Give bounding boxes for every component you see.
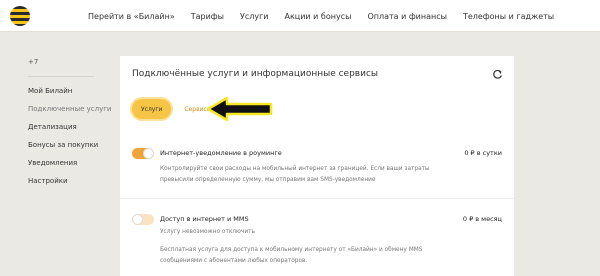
service-price: 0 ₽ в месяц — [462, 215, 502, 223]
nav-item-phones[interactable]: Телефоны и гаджеты — [463, 12, 554, 21]
nav-item-services[interactable]: Услуги — [240, 12, 269, 21]
sidebar-item-notifications[interactable]: Уведомления — [28, 159, 120, 167]
service-status: Услугу невозможно отключить — [160, 229, 255, 235]
page-title: Подключённые услуги и информационные сер… — [132, 69, 379, 79]
nav-item-payments[interactable]: Оплата и финансы — [367, 12, 447, 21]
sidebar-item-details[interactable]: Детализация — [28, 123, 120, 131]
service-title: Интернет-уведомление в роуминге — [160, 149, 282, 157]
service-description: Бесплатная услуга для доступа к мобильно… — [160, 247, 423, 264]
sidebar-divider — [28, 76, 94, 77]
internet-mms-toggle[interactable] — [132, 214, 154, 225]
sidebar-item-connected-services[interactable]: Подключенные услуги — [28, 105, 120, 113]
nav-item-promotions[interactable]: Акции и бонусы — [284, 12, 351, 21]
tab-services[interactable]: Услуги — [132, 99, 172, 119]
refresh-icon[interactable] — [492, 69, 503, 80]
sidebar: +7 Мой Билайн Подключенные услуги Детали… — [28, 58, 120, 195]
services-card: Подключённые услуги и информационные сер… — [120, 56, 514, 276]
arrow-annotation-icon — [206, 96, 273, 122]
service-price: 0 ₽ в сутки — [464, 149, 502, 157]
sidebar-item-my-beeline[interactable]: Мой Билайн — [28, 87, 120, 95]
sidebar-item-settings[interactable]: Настройки — [28, 177, 120, 185]
top-navigation: Перейти в «Билайн» Тарифы Услуги Акции и… — [88, 0, 570, 32]
user-phone-number: +7 — [28, 58, 39, 66]
toggle-knob — [132, 214, 143, 225]
sidebar-item-bonuses[interactable]: Бонусы за покупки — [28, 141, 120, 149]
service-description: Контролируйте свои расходы на мобильный … — [160, 166, 430, 183]
nav-item-go-to-beeline[interactable]: Перейти в «Билайн» — [88, 12, 175, 21]
nav-item-tariffs[interactable]: Тарифы — [191, 12, 224, 21]
service-title: Доступ в интернет и MMS — [160, 215, 249, 223]
top-bar: Перейти в «Билайн» Тарифы Услуги Акции и… — [0, 0, 600, 32]
toggle-knob — [143, 148, 154, 159]
roaming-notice-toggle[interactable] — [132, 148, 154, 159]
row-divider — [120, 198, 514, 199]
beeline-logo-icon[interactable] — [10, 6, 30, 26]
